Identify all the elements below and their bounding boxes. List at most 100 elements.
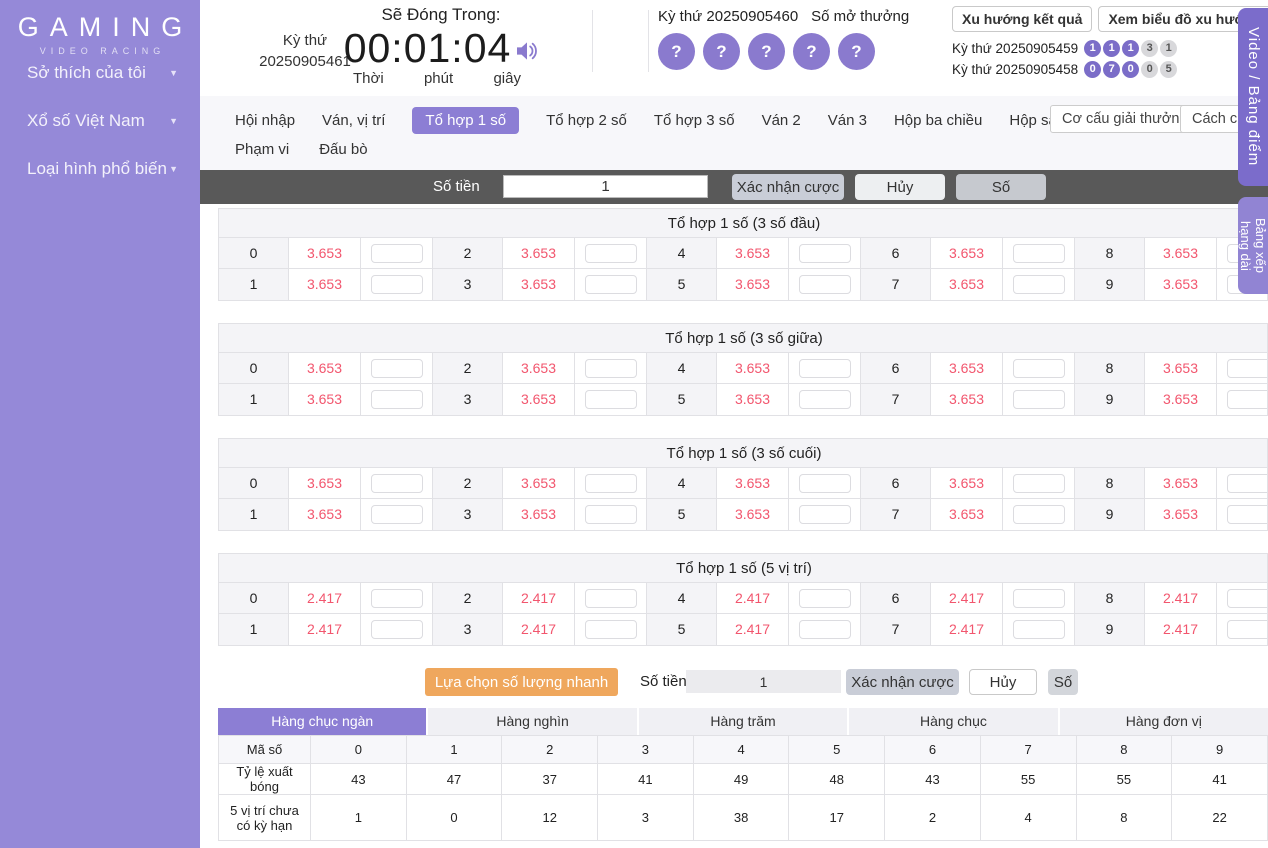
quick-confirm-bet-button[interactable]: Xác nhận cược xyxy=(846,669,959,695)
stats-tab-2[interactable]: Hàng nghìn xyxy=(428,708,638,735)
stats-tab-4[interactable]: Hàng chục xyxy=(849,708,1059,735)
bet-stake-input[interactable] xyxy=(585,359,637,378)
quick-number-button[interactable]: Số xyxy=(1048,669,1078,695)
bet-stake-input[interactable] xyxy=(371,505,423,524)
tab-row2-2[interactable]: Đấu bò xyxy=(319,141,367,158)
bet-stake-input[interactable] xyxy=(1227,359,1268,378)
bet-stake-input[interactable] xyxy=(1013,275,1065,294)
prize-structure-button[interactable]: Cơ cấu giải thưởng xyxy=(1050,105,1199,133)
bet-stake-input[interactable] xyxy=(799,474,851,493)
chevron-down-icon: ▼ xyxy=(169,164,178,174)
countdown-unit-label: Thời xyxy=(353,70,384,87)
bet-stake-input[interactable] xyxy=(1013,359,1065,378)
result-trend-button[interactable]: Xu hướng kết quả xyxy=(952,6,1092,32)
bet-stake-input[interactable] xyxy=(1013,589,1065,608)
bet-amount-input[interactable] xyxy=(503,175,708,198)
header-divider xyxy=(648,10,649,72)
bet-input-cell xyxy=(1217,583,1268,613)
bet-stake-input[interactable] xyxy=(371,390,423,409)
bet-number-cell: 5 xyxy=(647,499,717,530)
cancel-button[interactable]: Hủy xyxy=(855,174,945,200)
stats-value-cell: 2 xyxy=(502,736,598,764)
bet-stake-input[interactable] xyxy=(799,359,851,378)
bet-stake-input[interactable] xyxy=(1013,620,1065,639)
quick-select-button[interactable]: Lựa chọn số lượng nhanh xyxy=(425,668,618,696)
stats-tab-1[interactable]: Hàng chục ngàn xyxy=(218,708,428,735)
bet-stake-input[interactable] xyxy=(1227,620,1268,639)
bet-odds-cell: 3.653 xyxy=(931,269,1003,300)
stats-row-label: Tỷ lệ xuất bóng xyxy=(219,764,311,795)
tab-row2-1[interactable]: Phạm vi xyxy=(235,141,289,158)
bet-input-cell xyxy=(575,468,647,498)
bet-stake-input[interactable] xyxy=(799,505,851,524)
speaker-icon[interactable] xyxy=(516,41,538,66)
bet-stake-input[interactable] xyxy=(585,474,637,493)
quick-cancel-button[interactable]: Hủy xyxy=(969,669,1037,695)
bet-number-cell: 3 xyxy=(433,384,503,415)
bet-number-cell: 8 xyxy=(1075,583,1145,613)
number-button[interactable]: Số xyxy=(956,174,1046,200)
bet-stake-input[interactable] xyxy=(1227,390,1268,409)
tab-4[interactable]: Tổ hợp 2 số xyxy=(546,112,627,129)
bet-number-cell: 6 xyxy=(861,583,931,613)
tab-1[interactable]: Hội nhập xyxy=(235,112,295,129)
stats-value-cell: 22 xyxy=(1172,795,1268,841)
bet-stake-input[interactable] xyxy=(1227,589,1268,608)
bet-stake-input[interactable] xyxy=(371,275,423,294)
bet-stake-input[interactable] xyxy=(371,474,423,493)
bet-stake-input[interactable] xyxy=(371,244,423,263)
bet-stake-input[interactable] xyxy=(371,359,423,378)
bet-table-title: Tổ hợp 1 số (3 số giữa) xyxy=(219,324,1268,353)
bet-stake-input[interactable] xyxy=(585,620,637,639)
bet-input-cell xyxy=(575,499,647,530)
tab-8[interactable]: Hộp ba chiều xyxy=(894,112,982,129)
tab-3[interactable]: Tổ hợp 1 số xyxy=(412,107,519,134)
bet-input-cell xyxy=(1003,353,1075,383)
tab-7[interactable]: Ván 3 xyxy=(828,112,867,129)
bet-stake-input[interactable] xyxy=(799,390,851,409)
bet-stake-input[interactable] xyxy=(799,620,851,639)
bet-stake-input[interactable] xyxy=(799,244,851,263)
bet-input-cell xyxy=(1003,269,1075,300)
bet-stake-input[interactable] xyxy=(1227,474,1268,493)
draw-balls: ????? xyxy=(658,33,928,70)
tab-5[interactable]: Tổ hợp 3 số xyxy=(654,112,735,129)
bet-stake-input[interactable] xyxy=(1013,244,1065,263)
chevron-down-icon: ▼ xyxy=(169,116,178,126)
quick-amount-input[interactable] xyxy=(686,670,841,693)
draw-label: Số mở thưởng xyxy=(811,8,909,25)
bet-stake-input[interactable] xyxy=(585,244,637,263)
tab-6[interactable]: Ván 2 xyxy=(762,112,801,129)
sidebar-item[interactable]: Loại hình phổ biến▼ xyxy=(0,156,200,182)
tab-2[interactable]: Ván, vị trí xyxy=(322,112,385,129)
bet-stake-input[interactable] xyxy=(799,275,851,294)
bet-stake-input[interactable] xyxy=(585,589,637,608)
bet-number-cell: 7 xyxy=(861,499,931,530)
sidebar-item[interactable]: Xổ số Việt Nam▼ xyxy=(0,108,200,134)
bet-stake-input[interactable] xyxy=(371,589,423,608)
bet-stake-input[interactable] xyxy=(371,620,423,639)
bet-stake-input[interactable] xyxy=(799,589,851,608)
bet-odds-cell: 3.653 xyxy=(503,468,575,498)
bet-stake-input[interactable] xyxy=(585,275,637,294)
bet-input-cell xyxy=(361,614,433,645)
tab-video-scoreboard[interactable]: Video / Bảng điểm xyxy=(1238,8,1268,186)
bet-stake-input[interactable] xyxy=(1013,474,1065,493)
bet-stake-input[interactable] xyxy=(1227,505,1268,524)
bet-stake-input[interactable] xyxy=(585,505,637,524)
sidebar-item[interactable]: Sở thích của tôi▼ xyxy=(0,60,200,86)
stats-tab-5[interactable]: Hàng đơn vị xyxy=(1060,708,1268,735)
draw-ball: ? xyxy=(658,33,695,70)
stats-tab-3[interactable]: Hàng trăm xyxy=(639,708,849,735)
tab-long-ranking[interactable]: Bảng xếp hạng dài xyxy=(1238,197,1268,294)
bet-odds-cell: 3.653 xyxy=(1145,269,1217,300)
result-ball: 7 xyxy=(1103,61,1120,78)
bet-table: Tổ hợp 1 số (3 số cuối)03.65323.65343.65… xyxy=(218,438,1268,531)
bet-input-cell xyxy=(575,614,647,645)
bet-stake-input[interactable] xyxy=(1013,390,1065,409)
bet-odds-cell: 3.653 xyxy=(289,238,361,268)
bet-stake-input[interactable] xyxy=(1013,505,1065,524)
stats-value-cell: 43 xyxy=(885,764,981,795)
confirm-bet-button[interactable]: Xác nhận cược xyxy=(732,174,844,200)
bet-stake-input[interactable] xyxy=(585,390,637,409)
